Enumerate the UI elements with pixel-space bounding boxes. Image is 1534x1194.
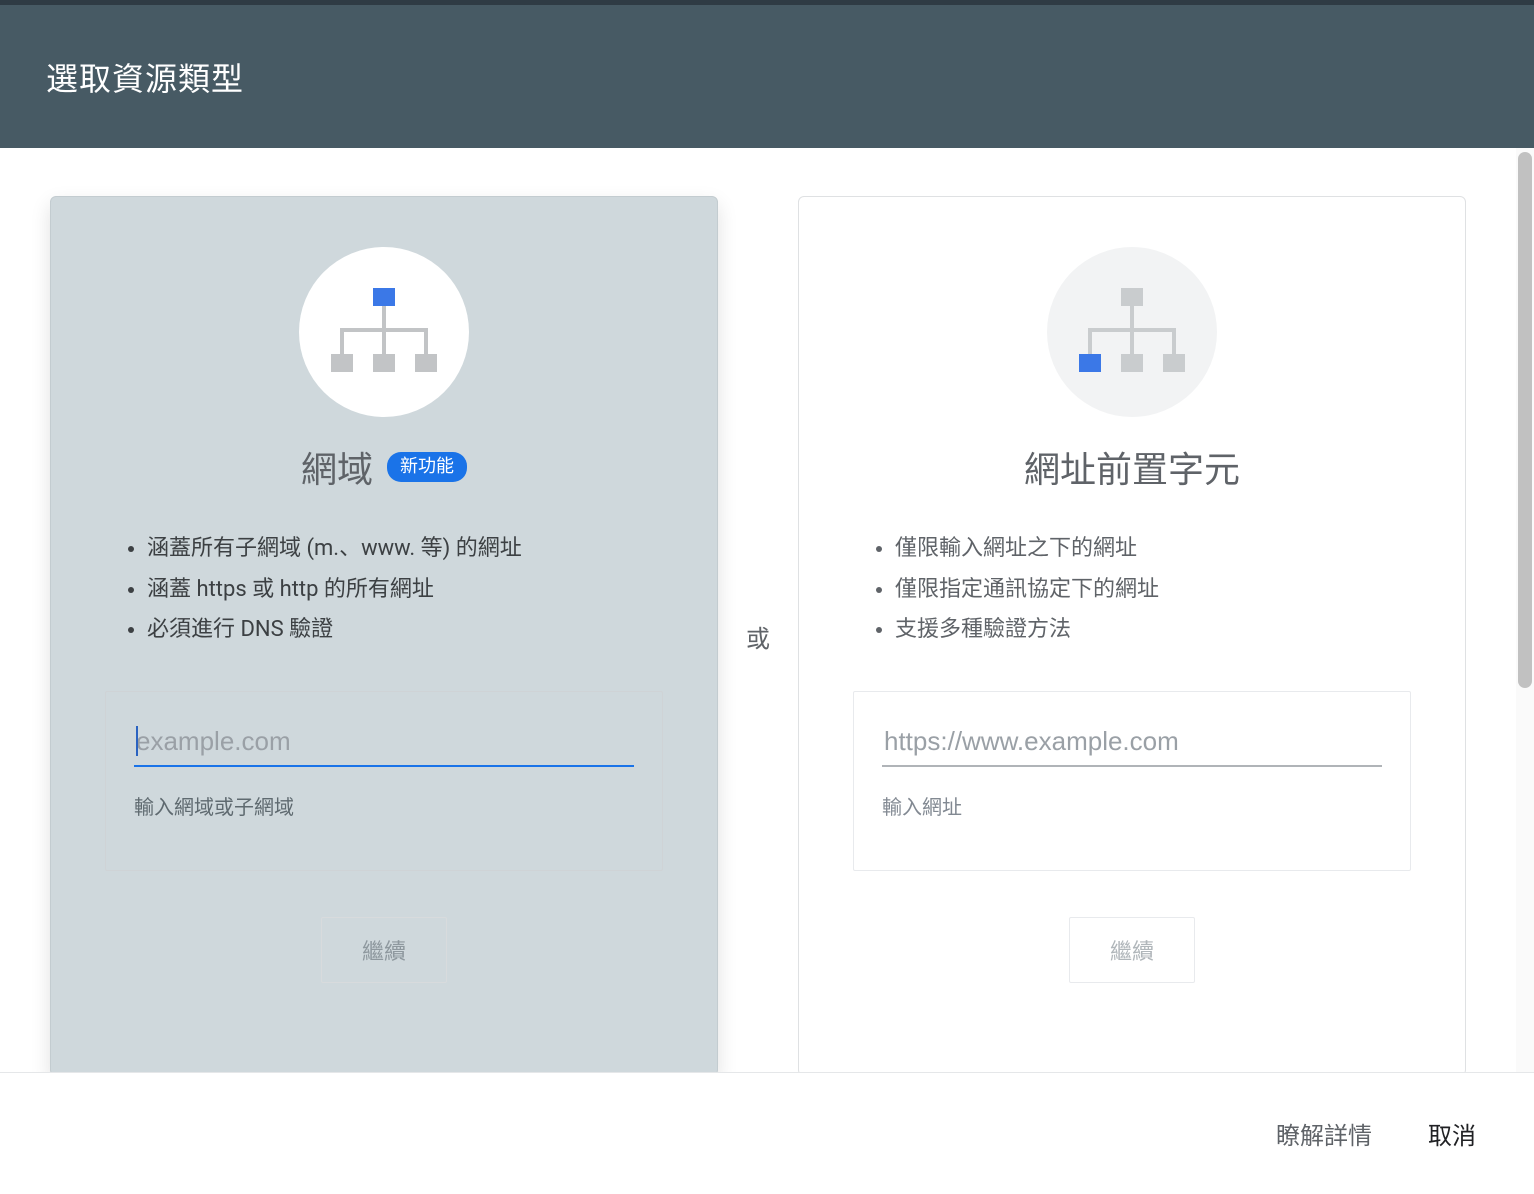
url-prefix-input[interactable]: [882, 720, 1382, 767]
domain-input-block: 輸入網域或子網域: [105, 691, 663, 871]
list-item: 必須進行 DNS 驗證: [147, 610, 671, 651]
list-item: 僅限指定通訊協定下的網址: [895, 570, 1419, 611]
prefix-continue-button[interactable]: 繼續: [1069, 917, 1195, 983]
list-item: 支援多種驗證方法: [895, 610, 1419, 651]
domain-bullet-list: 涵蓋所有子網域 (m.、www. 等) 的網址 涵蓋 https 或 http …: [87, 529, 681, 651]
domain-icon-circle: [299, 247, 469, 417]
learn-more-link[interactable]: 瞭解詳情: [1276, 1116, 1372, 1151]
prefix-icon-circle: [1047, 247, 1217, 417]
card-domain[interactable]: 網域 新功能 涵蓋所有子網域 (m.、www. 等) 的網址 涵蓋 https …: [50, 196, 718, 1072]
domain-title-row: 網域 新功能: [301, 441, 467, 493]
cards-row: 網域 新功能 涵蓋所有子網域 (m.、www. 等) 的網址 涵蓋 https …: [48, 196, 1468, 1072]
scrollbar-thumb[interactable]: [1518, 152, 1532, 688]
list-item: 涵蓋 https 或 http 的所有網址: [147, 570, 671, 611]
cancel-button[interactable]: 取消: [1428, 1116, 1476, 1151]
card-url-prefix[interactable]: 網址前置字元 僅限輸入網址之下的網址 僅限指定通訊協定下的網址 支援多種驗證方法…: [798, 196, 1466, 1072]
domain-input[interactable]: [134, 720, 634, 767]
text-caret: [136, 726, 138, 756]
list-item: 僅限輸入網址之下的網址: [895, 529, 1419, 570]
domain-input-helper: 輸入網域或子網域: [134, 791, 634, 820]
prefix-bullet-list: 僅限輸入網址之下的網址 僅限指定通訊協定下的網址 支援多種驗證方法: [835, 529, 1429, 651]
dialog-title: 選取資源類型: [46, 54, 244, 100]
or-separator: 或: [742, 619, 774, 654]
dialog-content: 網域 新功能 涵蓋所有子網域 (m.、www. 等) 的網址 涵蓋 https …: [0, 148, 1516, 1072]
prefix-title-row: 網址前置字元: [1024, 441, 1240, 493]
domain-continue-button[interactable]: 繼續: [321, 917, 447, 983]
dialog-header: 選取資源類型: [0, 5, 1534, 148]
prefix-input-block: 輸入網址: [853, 691, 1411, 871]
dialog-footer: 瞭解詳情 取消: [0, 1072, 1534, 1194]
scrollbar-track[interactable]: [1516, 148, 1534, 1072]
sitemap-icon: [325, 286, 443, 378]
new-badge: 新功能: [387, 452, 467, 481]
card-domain-title: 網域: [301, 441, 373, 493]
list-item: 涵蓋所有子網域 (m.、www. 等) 的網址: [147, 529, 671, 570]
sitemap-icon: [1073, 286, 1191, 378]
card-prefix-title: 網址前置字元: [1024, 441, 1240, 493]
prefix-input-helper: 輸入網址: [882, 791, 1382, 820]
